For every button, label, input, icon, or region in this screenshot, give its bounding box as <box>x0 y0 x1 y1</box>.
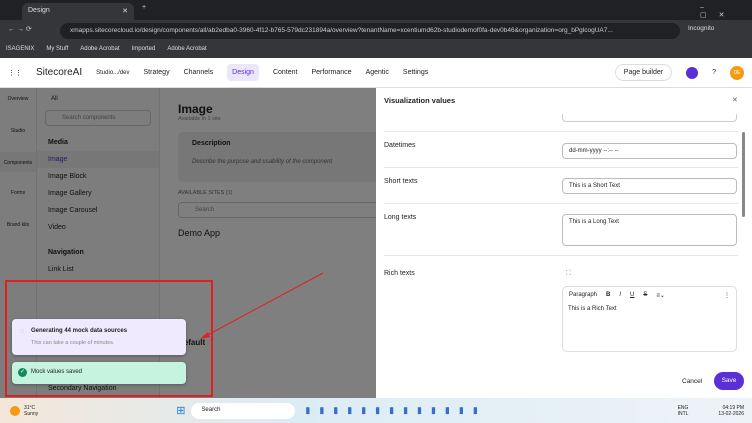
bookmark[interactable]: ISAGENIX <box>6 46 34 54</box>
incognito-badge: Incognito <box>688 25 715 32</box>
language-layout[interactable]: INTL <box>678 411 689 417</box>
bold-icon[interactable]: B <box>606 292 610 299</box>
field-label: Long texts <box>384 214 417 221</box>
nav-buttons[interactable]: ← → ⟳ <box>8 25 32 33</box>
close-tab-icon[interactable]: ✕ <box>122 7 128 15</box>
long-text-input[interactable]: This is a Long Text <box>562 214 737 246</box>
avatar[interactable]: DE <box>730 65 744 80</box>
field-label: Rich texts <box>384 270 415 277</box>
rich-text-editor[interactable]: Paragraph B I U S ≡⌄ ⋮ This is a Rich Text <box>562 286 737 352</box>
address-bar-area: ← → ⟳ xmapps.sitecorecloud.io/design/com… <box>0 20 752 42</box>
nav-content[interactable]: Content <box>273 69 298 76</box>
underline-icon[interactable]: U <box>630 292 634 299</box>
rich-text-content[interactable]: This is a Rich Text <box>563 304 736 314</box>
datetime-input[interactable]: dd-mm-yyyy --:-- -- <box>562 143 737 159</box>
save-button[interactable]: Save <box>714 372 744 390</box>
nav-performance[interactable]: Performance <box>311 69 351 76</box>
nav-design[interactable]: Design <box>227 64 259 81</box>
bookmarks-bar: ISAGENIX My Stuff Adobe Acrobat Imported… <box>0 42 752 58</box>
clock-date[interactable]: 13-02-2026 <box>718 411 744 417</box>
tab-title: Design <box>28 7 50 14</box>
paragraph-select[interactable]: Paragraph <box>569 292 597 299</box>
apps-grid-icon[interactable]: ⋮⋮ <box>8 69 22 77</box>
nav-agentic[interactable]: Agentic <box>366 69 389 76</box>
page-builder-button[interactable]: Page builder <box>614 64 673 81</box>
align-icon[interactable]: ≡⌄ <box>656 292 665 299</box>
bookmark[interactable]: Imported <box>132 46 156 54</box>
nav-strategy[interactable]: Strategy <box>144 69 170 76</box>
browser-tab-bar: Design ✕ + –▢✕ <box>0 0 752 20</box>
italic-icon[interactable]: I <box>619 292 621 299</box>
help-icon[interactable]: ? <box>712 69 716 76</box>
new-tab-icon[interactable]: + <box>142 4 146 11</box>
more-icon[interactable]: ⋮ <box>724 292 730 299</box>
bookmark[interactable]: Adobe Acrobat <box>80 46 119 54</box>
expand-icon[interactable]: ⛶ <box>566 270 571 278</box>
field-label: Datetimes <box>384 142 416 149</box>
bookmark[interactable]: My Stuff <box>46 46 68 54</box>
logo: SitecoreAI <box>36 67 83 78</box>
close-icon[interactable]: ✕ <box>732 96 738 104</box>
panel-title: Visualization values <box>384 96 456 105</box>
windows-start-icon[interactable]: ⊞ <box>176 404 185 417</box>
weather-icon <box>10 405 20 416</box>
strikethrough-icon[interactable]: S <box>643 292 647 299</box>
taskbar-search[interactable]: Search <box>191 402 296 419</box>
nav-channels[interactable]: Channels <box>184 69 214 76</box>
browser-tab[interactable]: Design ✕ <box>22 3 134 20</box>
field-label: Short texts <box>384 178 418 185</box>
window-controls[interactable]: –▢✕ <box>700 4 752 19</box>
taskbar-apps[interactable]: ▮▮▮▮▮▮▮▮▮▮▮▮▮ <box>305 405 486 416</box>
site-selector[interactable]: Studio.../dev <box>96 70 129 76</box>
nav-settings[interactable]: Settings <box>403 69 428 76</box>
add-icon[interactable] <box>686 66 699 79</box>
cancel-button[interactable]: Cancel <box>682 378 702 385</box>
app-header: ⋮⋮ SitecoreAI Studio.../dev Strategy Cha… <box>0 58 752 88</box>
bookmark[interactable]: Adobe Acrobat <box>167 46 206 54</box>
annotation-box <box>5 280 213 397</box>
short-text-input[interactable]: This is a Short Text <box>562 178 737 194</box>
weather: Sunny <box>24 410 39 417</box>
url-input[interactable]: xmapps.sitecorecloud.io/design/component… <box>60 23 680 39</box>
scrollbar[interactable] <box>742 132 745 217</box>
taskbar: 31°C Sunny ⊞ Search ▮▮▮▮▮▮▮▮▮▮▮▮▮ ENG INTL… <box>0 398 752 423</box>
visualization-panel: Visualization values ✕ Datetimes dd-mm-yy… <box>376 88 752 398</box>
